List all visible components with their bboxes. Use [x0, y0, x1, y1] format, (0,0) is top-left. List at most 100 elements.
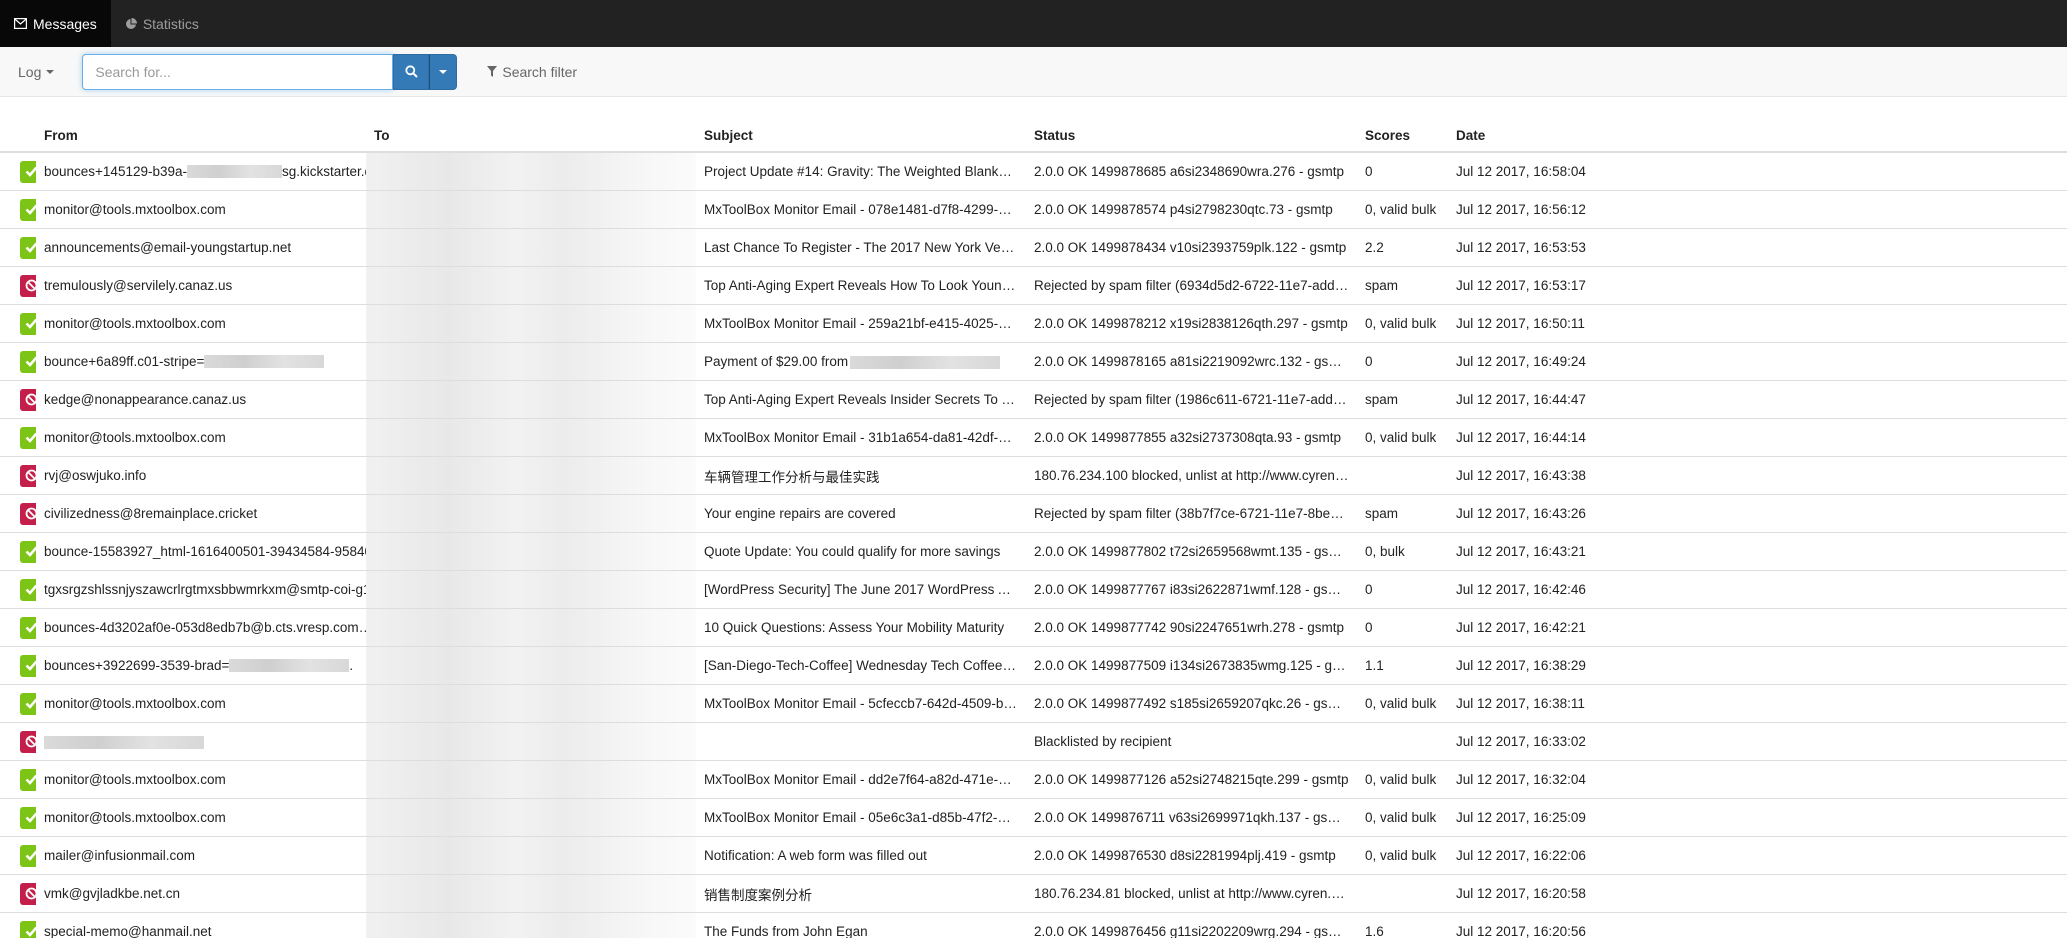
- checkmark-icon: [20, 844, 36, 867]
- header-to[interactable]: To: [366, 119, 696, 153]
- status-icon-cell: [0, 760, 36, 799]
- search-button[interactable]: [393, 53, 430, 90]
- table-row[interactable]: bounce+6a89ff.c01-stripe= Payment of $29.…: [0, 342, 2067, 381]
- cell-to: [366, 380, 696, 419]
- header-from[interactable]: From: [36, 119, 366, 153]
- table-row[interactable]: monitor@tools.mxtoolbox.com MxToolBox Mon…: [0, 418, 2067, 457]
- table-row[interactable]: Blacklisted by recipient Jul 12 2017, 16:…: [0, 722, 2067, 761]
- cell-scores: 0: [1357, 570, 1448, 609]
- header-scores[interactable]: Scores: [1357, 119, 1448, 153]
- cell-status: 2.0.0 OK 1499878685 a6si2348690wra.276 -…: [1026, 151, 1357, 191]
- cell-date: Jul 12 2017, 16:42:46: [1448, 570, 2067, 609]
- status-icon-cell: [0, 380, 36, 419]
- cell-subject: MxToolBox Monitor Email - 05e6c3a1-d85b-…: [696, 798, 1026, 837]
- cell-scores: 0: [1357, 151, 1448, 191]
- log-dropdown[interactable]: Log: [18, 64, 55, 80]
- cell-from: kedge@nonappearance.canaz.us: [36, 380, 366, 419]
- header-date[interactable]: Date: [1448, 119, 2067, 153]
- table-row[interactable]: rvj@oswjuko.info 车辆管理工作分析与最佳实践 180.76.234.…: [0, 456, 2067, 495]
- cell-subject: MxToolBox Monitor Email - 31b1a654-da81-…: [696, 418, 1026, 457]
- tab-messages[interactable]: Messages: [0, 0, 111, 47]
- subject-text: 销售制度案例分析: [704, 887, 812, 903]
- checkmark-icon: [20, 198, 36, 221]
- tab-statistics[interactable]: Statistics: [111, 0, 213, 47]
- redacted-recipient: [366, 647, 696, 684]
- cell-to: [366, 532, 696, 571]
- header-subject[interactable]: Subject: [696, 119, 1026, 153]
- cell-from: monitor@tools.mxtoolbox.com: [36, 304, 366, 343]
- status-icon-cell: [0, 190, 36, 229]
- table-row[interactable]: vmk@gvjladkbe.net.cn 销售制度案例分析 180.76.234.8…: [0, 874, 2067, 913]
- cell-status: 2.0.0 OK 1499877855 a32si2737308qta.93 -…: [1026, 418, 1357, 457]
- cell-from: monitor@tools.mxtoolbox.com: [36, 798, 366, 837]
- table-row[interactable]: kedge@nonappearance.canaz.us Top Anti-Agi…: [0, 380, 2067, 419]
- cell-to: [366, 418, 696, 457]
- subject-text: Payment of $29.00 from: [704, 354, 849, 369]
- cell-subject: 10 Quick Questions: Assess Your Mobility…: [696, 608, 1026, 647]
- from-text: mailer@infusionmail.com: [44, 848, 195, 863]
- redacted-sender-part: [187, 165, 282, 178]
- search-filter-button[interactable]: Search filter: [487, 64, 577, 80]
- table-row[interactable]: bounces+145129-b39a-sg.kickstarter.com Pr…: [0, 151, 2067, 191]
- cell-date: Jul 12 2017, 16:22:06: [1448, 836, 2067, 875]
- cell-from: mailer@infusionmail.com: [36, 836, 366, 875]
- from-text: bounces+3922699-3539-brad=: [44, 658, 230, 673]
- cell-date: Jul 12 2017, 16:25:09: [1448, 798, 2067, 837]
- table-row[interactable]: bounce-15583927_html-1616400501-39434584…: [0, 532, 2067, 571]
- subject-text: Last Chance To Register - The 2017 New Y…: [704, 240, 1026, 255]
- table-row[interactable]: bounces+3922699-3539-brad=. [San-Diego-Te…: [0, 646, 2067, 685]
- table-row[interactable]: tremulously@servilely.canaz.us Top Anti-A…: [0, 266, 2067, 305]
- cell-date: Jul 12 2017, 16:33:02: [1448, 722, 2067, 761]
- search-input[interactable]: [82, 53, 394, 90]
- table-row[interactable]: announcements@email-youngstartup.net Last…: [0, 228, 2067, 267]
- blocked-icon: [20, 388, 36, 411]
- from-text: monitor@tools.mxtoolbox.com: [44, 696, 226, 711]
- cell-scores: 1.1: [1357, 646, 1448, 685]
- search-options-button[interactable]: [429, 53, 458, 90]
- redacted-recipient: [366, 305, 696, 342]
- table-row[interactable]: tgxsrgzshlssnjyszawcrlrgtmxsbbwmrkxm@smt…: [0, 570, 2067, 609]
- table-row[interactable]: bounces-4d3202af0e-053d8edb7b@b.cts.vres…: [0, 608, 2067, 647]
- caret-down-icon: [46, 69, 55, 74]
- subject-text: [San-Diego-Tech-Coffee] Wednesday Tech C…: [704, 658, 1026, 673]
- table-row[interactable]: monitor@tools.mxtoolbox.com MxToolBox Mon…: [0, 798, 2067, 837]
- from-text: bounce-15583927_html-1616400501-39434584…: [44, 544, 366, 559]
- table-row[interactable]: monitor@tools.mxtoolbox.com MxToolBox Mon…: [0, 190, 2067, 229]
- table-row[interactable]: monitor@tools.mxtoolbox.com MxToolBox Mon…: [0, 760, 2067, 799]
- status-icon-cell: [0, 304, 36, 343]
- checkmark-icon: [20, 426, 36, 449]
- status-icon-cell: [0, 798, 36, 837]
- checkmark-icon: [20, 540, 36, 563]
- redacted-recipient: [366, 191, 696, 228]
- status-icon-cell: [0, 608, 36, 647]
- toolbar: Log Search filter: [0, 47, 2067, 97]
- cell-scores: 2.2: [1357, 228, 1448, 267]
- from-text: monitor@tools.mxtoolbox.com: [44, 202, 226, 217]
- subject-text: MxToolBox Monitor Email - 078e1481-d7f8-…: [704, 202, 1026, 217]
- table-row[interactable]: civilizedness@8remainplace.cricket Your e…: [0, 494, 2067, 533]
- search-group: [82, 53, 458, 90]
- cell-status: Rejected by spam filter (38b7f7ce-6721-1…: [1026, 494, 1357, 533]
- cell-from: vmk@gvjladkbe.net.cn: [36, 874, 366, 913]
- table-row[interactable]: monitor@tools.mxtoolbox.com MxToolBox Mon…: [0, 304, 2067, 343]
- cell-date: Jul 12 2017, 16:32:04: [1448, 760, 2067, 799]
- subject-text: Top Anti-Aging Expert Reveals Insider Se…: [704, 392, 1026, 407]
- redacted-recipient: [366, 495, 696, 532]
- cell-subject: The Funds from John Egan: [696, 912, 1026, 938]
- cell-status: 2.0.0 OK 1499877767 i83si2622871wmf.128 …: [1026, 570, 1357, 609]
- cell-subject: [WordPress Security] The June 2017 WordP…: [696, 570, 1026, 609]
- cell-date: Jul 12 2017, 16:58:04: [1448, 151, 2067, 191]
- from-tail: .: [349, 658, 354, 673]
- table-row[interactable]: monitor@tools.mxtoolbox.com MxToolBox Mon…: [0, 684, 2067, 723]
- cell-date: Jul 12 2017, 16:50:11: [1448, 304, 2067, 343]
- cell-to: [366, 912, 696, 938]
- redacted-subject-part: [850, 355, 1001, 369]
- cell-to: [366, 684, 696, 723]
- table-row[interactable]: mailer@infusionmail.com Notification: A w…: [0, 836, 2067, 875]
- table-row[interactable]: special-memo@hanmail.net The Funds from J…: [0, 912, 2067, 938]
- cell-subject: Payment of $29.00 from: [696, 342, 1026, 381]
- checkmark-icon: [20, 806, 36, 829]
- cell-from: bounces+145129-b39a-sg.kickstarter.com: [36, 151, 366, 191]
- header-status[interactable]: Status: [1026, 119, 1357, 153]
- cell-to: [366, 646, 696, 685]
